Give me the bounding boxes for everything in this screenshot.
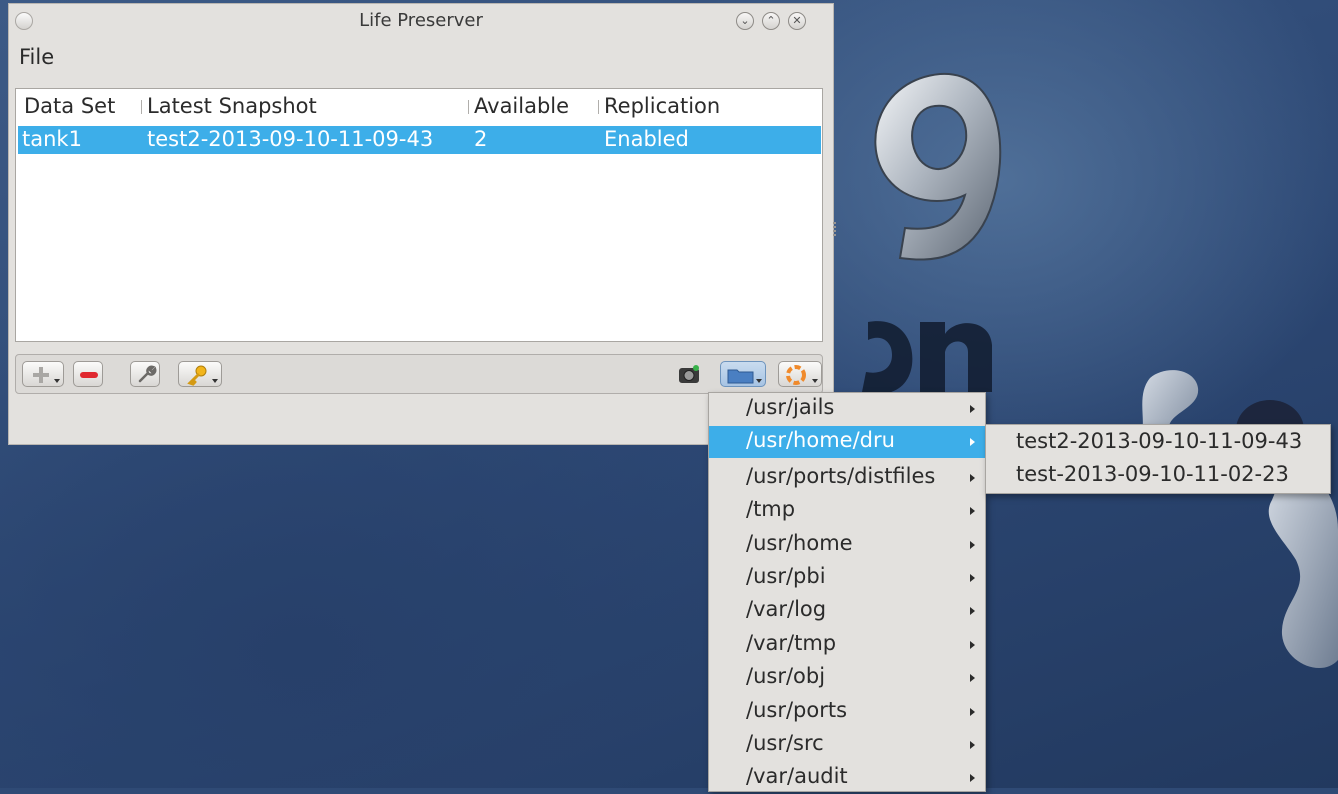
menu-item-label: /var/tmp xyxy=(746,631,837,655)
menu-item-label: /usr/src xyxy=(746,731,824,755)
submenu-arrow-icon xyxy=(970,438,975,446)
menu-item-label: /usr/home xyxy=(746,531,853,555)
menu-item-tmp[interactable]: /tmp xyxy=(709,495,985,527)
submenu-arrow-icon xyxy=(970,607,975,615)
dropdown-caret-icon xyxy=(756,379,762,383)
table-header: Data Set Latest Snapshot Available Repli… xyxy=(16,89,822,122)
menu-item-var-log[interactable]: /var/log xyxy=(709,595,985,627)
minimize-icon[interactable]: ⌄ xyxy=(736,12,754,30)
folder-browse-icon xyxy=(727,369,754,384)
menu-item-snapshot[interactable]: test2-2013-09-10-11-09-43 xyxy=(986,427,1330,459)
menu-item-usr-home-dru[interactable]: /usr/home/dru xyxy=(709,426,985,458)
configure-wrench-icon xyxy=(138,365,157,383)
menu-item-label: /usr/home/dru xyxy=(746,428,895,452)
submenu-arrow-icon xyxy=(970,674,975,682)
submenu-arrow-icon xyxy=(970,708,975,716)
submenu-arrow-icon xyxy=(970,474,975,482)
camera-snapshot-icon xyxy=(679,365,699,383)
menu-item-label: /usr/pbi xyxy=(746,564,826,588)
toolbar xyxy=(15,354,823,394)
cell-available: 2 xyxy=(474,127,488,151)
remove-dataset-button[interactable] xyxy=(73,361,103,387)
menu-item-label: /var/log xyxy=(746,597,827,621)
menu-item-var-audit[interactable]: /var/audit xyxy=(709,762,985,794)
logo-nine-shape xyxy=(874,72,1002,261)
title-bar[interactable]: Life Preserver ⌄ ⌃ ✕ xyxy=(9,4,833,40)
configure-button[interactable] xyxy=(130,361,160,387)
menu-item-usr-src[interactable]: /usr/src xyxy=(709,729,985,761)
submenu-arrow-icon xyxy=(970,574,975,582)
column-header-available[interactable]: Available xyxy=(474,94,569,118)
menu-item-label: test-2013-09-10-11-02-23 xyxy=(1016,462,1289,486)
menu-item-label: /usr/obj xyxy=(746,664,826,688)
add-dataset-button[interactable] xyxy=(22,361,64,387)
cell-data-set: tank1 xyxy=(22,127,82,151)
submenu-arrow-icon xyxy=(970,541,975,549)
column-separator[interactable] xyxy=(468,100,469,114)
remove-icon xyxy=(80,372,98,378)
restore-menu-button[interactable] xyxy=(778,361,822,387)
menu-item-usr-pbi[interactable]: /usr/pbi xyxy=(709,562,985,594)
key-menu-button[interactable] xyxy=(178,361,222,387)
menu-item-label: /var/audit xyxy=(746,764,848,788)
submenu-arrow-icon xyxy=(970,405,975,413)
close-icon[interactable]: ✕ xyxy=(788,12,806,30)
cell-latest-snapshot: test2-2013-09-10-11-09-43 xyxy=(147,127,434,151)
dropdown-caret-icon xyxy=(812,379,818,383)
decorative-blob-2 xyxy=(1268,470,1338,669)
dropdown-caret-icon xyxy=(212,379,218,383)
dataset-menu: /usr/jails /usr/home/dru /usr/ports/dist… xyxy=(708,392,986,792)
column-header-data-set[interactable]: Data Set xyxy=(24,94,115,118)
dropdown-caret-icon xyxy=(54,379,60,383)
menu-item-var-tmp[interactable]: /var/tmp xyxy=(709,629,985,661)
menu-file[interactable]: File xyxy=(19,45,54,69)
submenu-arrow-icon xyxy=(970,641,975,649)
column-separator[interactable] xyxy=(141,100,142,114)
column-header-latest-snapshot[interactable]: Latest Snapshot xyxy=(147,94,317,118)
menu-item-usr-ports[interactable]: /usr/ports xyxy=(709,696,985,728)
menu-item-label: test2-2013-09-10-11-09-43 xyxy=(1016,429,1303,453)
menu-item-usr-home[interactable]: /usr/home xyxy=(709,529,985,561)
column-header-replication[interactable]: Replication xyxy=(604,94,720,118)
key-icon xyxy=(187,365,207,386)
menu-bar: File xyxy=(9,42,833,74)
menu-item-label: /tmp xyxy=(746,497,796,521)
new-snapshot-button[interactable] xyxy=(674,361,704,387)
snapshot-submenu: test2-2013-09-10-11-09-43 test-2013-09-1… xyxy=(985,424,1331,494)
menu-item-usr-obj[interactable]: /usr/obj xyxy=(709,662,985,694)
submenu-arrow-icon xyxy=(970,507,975,515)
column-separator[interactable] xyxy=(598,100,599,114)
cell-replication: Enabled xyxy=(604,127,689,151)
submenu-arrow-icon xyxy=(970,774,975,782)
menu-item-usr-ports-distfiles[interactable]: /usr/ports/distfiles xyxy=(709,462,985,494)
window-title: Life Preserver xyxy=(359,10,483,31)
menu-item-usr-jails[interactable]: /usr/jails xyxy=(709,393,985,425)
logo-letters-shape xyxy=(862,321,992,395)
maximize-icon[interactable]: ⌃ xyxy=(762,12,780,30)
dataset-table[interactable]: Data Set Latest Snapshot Available Repli… xyxy=(15,88,823,342)
resize-grip[interactable] xyxy=(833,222,836,236)
life-preserver-window: Life Preserver ⌄ ⌃ ✕ File Data Set Lates… xyxy=(8,3,836,445)
browse-snapshots-button[interactable] xyxy=(720,361,766,387)
menu-item-label: /usr/jails xyxy=(746,395,835,419)
submenu-arrow-icon xyxy=(970,741,975,749)
menu-item-label: /usr/ports/distfiles xyxy=(746,464,936,488)
menu-item-label: /usr/ports xyxy=(746,698,848,722)
lifebuoy-restore-icon xyxy=(786,365,806,385)
menu-item-snapshot[interactable]: test-2013-09-10-11-02-23 xyxy=(986,460,1330,492)
add-icon xyxy=(33,367,49,383)
table-row[interactable]: tank1 test2-2013-09-10-11-09-43 2 Enable… xyxy=(18,126,821,154)
